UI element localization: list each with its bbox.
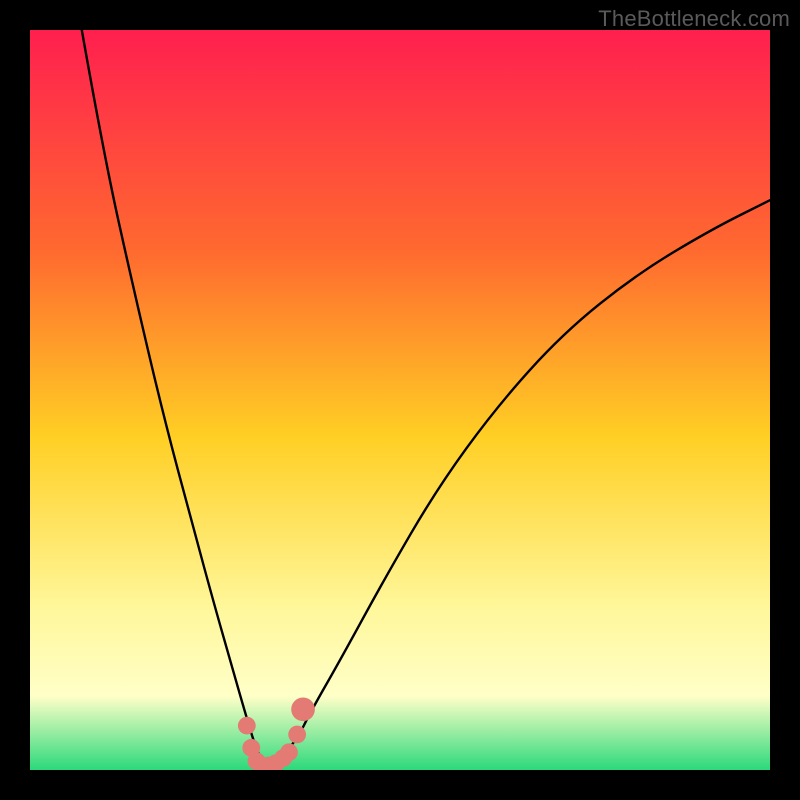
attribution-text: TheBottleneck.com (598, 6, 790, 32)
gradient-background (30, 30, 770, 770)
marker-point (291, 697, 315, 721)
chart-svg (30, 30, 770, 770)
marker-point (288, 726, 306, 744)
outer-frame: TheBottleneck.com (0, 0, 800, 800)
marker-point (238, 717, 256, 735)
marker-point (280, 743, 298, 761)
plot-area (30, 30, 770, 770)
